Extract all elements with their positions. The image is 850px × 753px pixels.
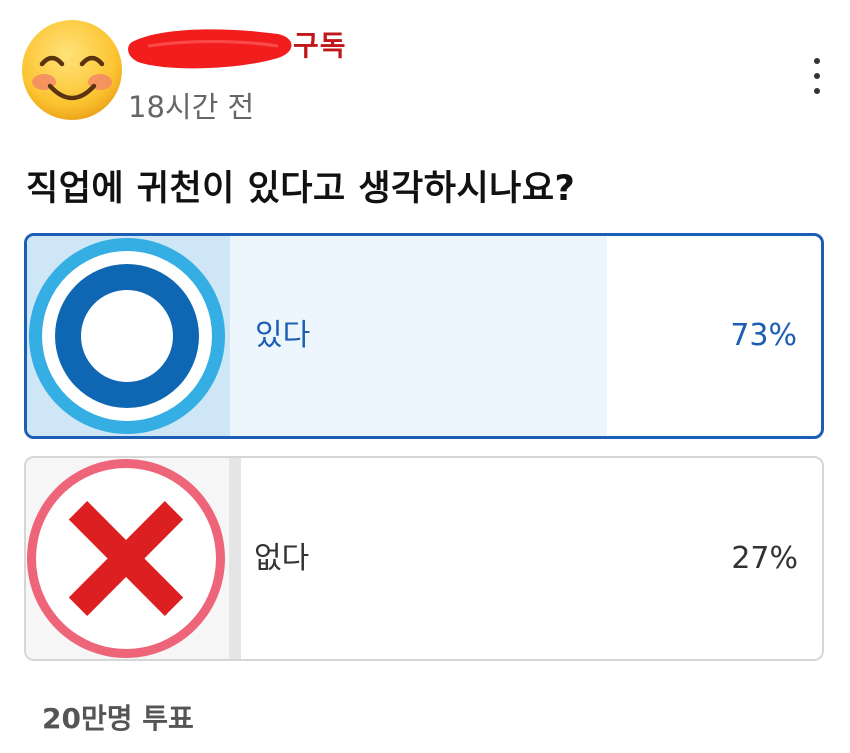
post-timestamp: 18시간 전 — [128, 90, 255, 124]
poll-question: 직업에 귀천이 있다고 생각하시나요? — [26, 169, 576, 209]
poll-option-label: 있다 — [255, 318, 311, 353]
poll-option-percent: 73% — [730, 318, 797, 353]
poll-option-label: 없다 — [254, 540, 310, 576]
more-vertical-icon[interactable] — [806, 58, 828, 94]
menu-dot — [814, 58, 820, 64]
redacted-author-name — [128, 24, 296, 76]
vote-count: 20만명 투표 — [42, 702, 194, 735]
smiling-face-emoji-icon[interactable] — [20, 18, 124, 122]
menu-dot — [814, 88, 820, 94]
circle-o-icon — [27, 236, 230, 436]
poll-option-percent: 27% — [731, 540, 798, 576]
menu-dot — [814, 73, 820, 79]
poll-option-no[interactable]: 없다 27% — [24, 456, 824, 661]
x-mark-icon — [26, 458, 229, 659]
subscribe-link[interactable]: 구독 — [293, 28, 347, 64]
poll-option-yes[interactable]: 있다 73% — [24, 233, 824, 439]
